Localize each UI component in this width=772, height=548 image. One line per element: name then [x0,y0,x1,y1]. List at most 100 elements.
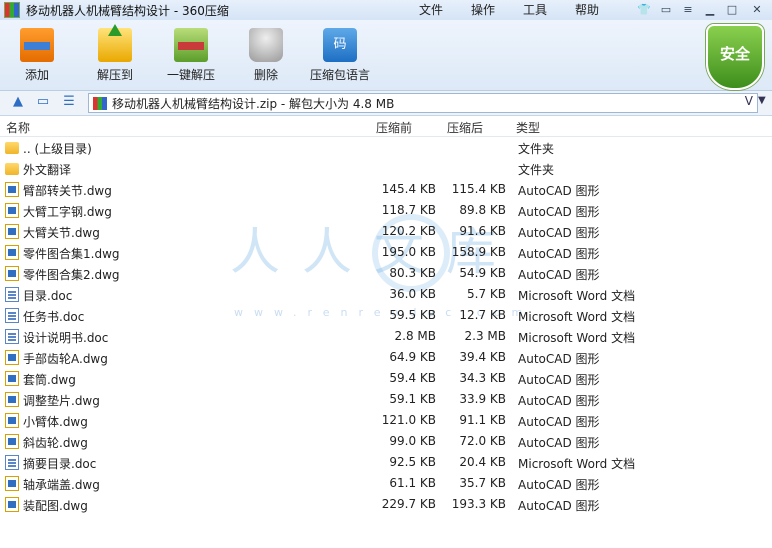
dwg-file-icon [5,245,19,260]
file-packed-size: 89.8 KB [459,203,506,217]
dwg-file-icon [5,203,19,218]
file-row[interactable]: 设计说明书.doc 2.8 MB 2.3 MB Microsoft Word 文档 [0,326,772,347]
doc-file-icon [5,287,19,302]
file-name: .. (上级目录) [23,142,92,156]
file-row[interactable]: 调整垫片.dwg 59.1 KB 33.9 KB AutoCAD 图形 [0,389,772,410]
add-button[interactable]: 添加 [20,28,54,83]
menu-file[interactable]: 文件 [405,0,457,20]
file-type: AutoCAD 图形 [518,436,600,450]
skin-icon[interactable]: 👕 [634,1,654,18]
file-row[interactable]: 斜齿轮.dwg 99.0 KB 72.0 KB AutoCAD 图形 [0,431,772,452]
folder-icon [5,142,19,154]
menu-icon[interactable]: ≡ [678,1,698,18]
dwg-file-icon [5,350,19,365]
file-row[interactable]: 大臂工字钢.dwg 118.7 KB 89.8 KB AutoCAD 图形 [0,200,772,221]
file-row[interactable]: 手部齿轮A.dwg 64.9 KB 39.4 KB AutoCAD 图形 [0,347,772,368]
toolbar: 添加 解压到 一键解压 删除 码 压缩包语言 [0,20,772,91]
file-name: 调整垫片.dwg [23,394,100,408]
file-row[interactable]: 轴承端盖.dwg 61.1 KB 35.7 KB AutoCAD 图形 [0,473,772,494]
file-size: 118.7 KB [381,203,436,217]
menu-tools[interactable]: 工具 [509,0,561,20]
chevron-down-icon[interactable]: V [745,94,753,108]
column-header: 名称 压缩前 压缩后 类型 [0,116,772,137]
file-type: Microsoft Word 文档 [518,331,636,345]
file-row[interactable]: 外文翻译 文件夹 [0,158,772,179]
file-row[interactable]: 套筒.dwg 59.4 KB 34.3 KB AutoCAD 图形 [0,368,772,389]
thumbnail-view-icon[interactable]: ▭ [35,94,51,110]
dwg-file-icon [5,434,19,449]
dwg-file-icon [5,266,19,281]
file-packed-size: 72.0 KB [459,434,506,448]
delete-button[interactable]: 删除 [249,28,283,83]
close-button[interactable]: ✕ [744,1,770,18]
zip-archive-icon [93,96,107,110]
file-size: 195.0 KB [381,245,436,259]
file-size: 61.1 KB [389,476,436,490]
file-row[interactable]: 装配图.dwg 229.7 KB 193.3 KB AutoCAD 图形 [0,494,772,515]
file-type: AutoCAD 图形 [518,247,600,261]
menu-help[interactable]: 帮助 [561,0,613,20]
address-field[interactable]: 移动机器人机械臂结构设计.zip - 解包大小为 4.8 MB V [88,93,758,113]
doc-file-icon [5,455,19,470]
file-row[interactable]: 零件图合集2.dwg 80.3 KB 54.9 KB AutoCAD 图形 [0,263,772,284]
file-size: 229.7 KB [381,497,436,511]
file-size: 36.0 KB [389,287,436,301]
file-type: AutoCAD 图形 [518,226,600,240]
archive-encoding-button[interactable]: 码 压缩包语言 [310,28,370,83]
file-name: 臂部转关节.dwg [23,184,112,198]
add-archive-icon [20,28,54,62]
file-name: 斜齿轮.dwg [23,436,88,450]
file-row[interactable]: 零件图合集1.dwg 195.0 KB 158.9 KB AutoCAD 图形 [0,242,772,263]
one-key-extract-icon [174,28,208,62]
file-packed-size: 35.7 KB [459,476,506,490]
file-name: 设计说明书.doc [23,331,109,345]
file-type: AutoCAD 图形 [518,184,600,198]
file-row[interactable]: 任务书.doc 59.5 KB 12.7 KB Microsoft Word 文档 [0,305,772,326]
file-name: 轴承端盖.dwg [23,478,100,492]
up-arrow-icon[interactable]: ▲ [10,94,26,110]
file-packed-size: 5.7 KB [467,287,506,301]
column-name[interactable]: 名称 [6,119,30,136]
file-size: 80.3 KB [389,266,436,280]
extract-to-button[interactable]: 解压到 [97,24,133,83]
file-size: 2.8 MB [394,329,436,343]
file-row[interactable]: 大臂关节.dwg 120.2 KB 91.6 KB AutoCAD 图形 [0,221,772,242]
address-bar: ▲ ▭ ☰ 移动机器人机械臂结构设计.zip - 解包大小为 4.8 MB V … [0,91,772,116]
file-name: 大臂工字钢.dwg [23,205,112,219]
file-type: Microsoft Word 文档 [518,457,636,471]
maximize-button[interactable]: □ [722,1,742,18]
dwg-file-icon [5,392,19,407]
file-name: 零件图合集2.dwg [23,268,120,282]
file-name: 小臂体.dwg [23,415,88,429]
file-name: 手部齿轮A.dwg [23,352,108,366]
file-size: 59.1 KB [389,392,436,406]
minimize-button[interactable]: ▁ [700,1,720,18]
file-size: 92.5 KB [389,455,436,469]
window-controls: 👕 ▭ ≡ ▁ □ ✕ [634,1,770,18]
one-key-extract-label: 一键解压 [167,68,216,82]
file-packed-size: 91.6 KB [459,224,506,238]
dropdown-arrow-icon[interactable]: ▼ [758,95,766,106]
file-row[interactable]: .. (上级目录) 文件夹 [0,137,772,158]
feedback-icon[interactable]: ▭ [656,1,676,18]
column-packed[interactable]: 压缩后 [447,119,483,136]
column-type[interactable]: 类型 [516,119,540,136]
list-view-icon[interactable]: ☰ [61,94,77,110]
encoding-icon: 码 [323,28,357,62]
file-type: 文件夹 [518,142,555,156]
file-row[interactable]: 摘要目录.doc 92.5 KB 20.4 KB Microsoft Word 文档 [0,452,772,473]
file-type: AutoCAD 图形 [518,394,600,408]
file-type: AutoCAD 图形 [518,499,600,513]
file-row[interactable]: 臂部转关节.dwg 145.4 KB 115.4 KB AutoCAD 图形 [0,179,772,200]
file-row[interactable]: 目录.doc 36.0 KB 5.7 KB Microsoft Word 文档 [0,284,772,305]
one-key-extract-button[interactable]: 一键解压 [167,28,215,83]
file-row[interactable]: 小臂体.dwg 121.0 KB 91.1 KB AutoCAD 图形 [0,410,772,431]
column-size[interactable]: 压缩前 [376,119,412,136]
app-logo-icon [4,2,20,18]
menu-operation[interactable]: 操作 [457,0,509,20]
file-name: 目录.doc [23,289,73,303]
file-packed-size: 20.4 KB [459,455,506,469]
dwg-file-icon [5,413,19,428]
security-shield-badge[interactable]: 安全 [706,24,764,90]
file-size: 120.2 KB [381,224,436,238]
